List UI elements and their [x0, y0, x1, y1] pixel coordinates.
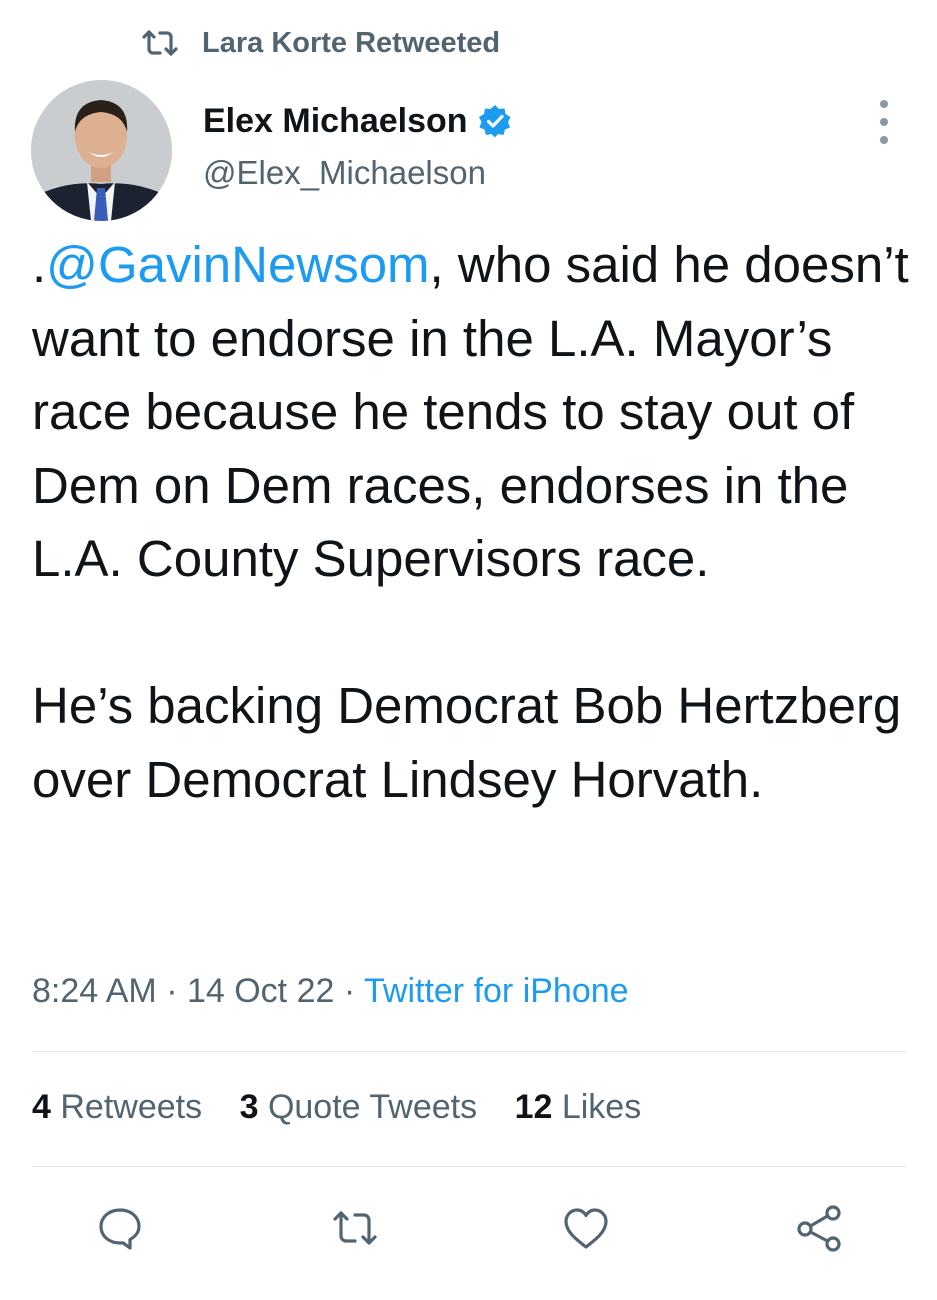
reply-button[interactable]: [90, 1198, 150, 1258]
avatar[interactable]: [31, 80, 172, 221]
tweet-date[interactable]: 14 Oct 22: [187, 972, 334, 1010]
more-options-icon[interactable]: [866, 100, 902, 144]
retweet-icon: [333, 1211, 377, 1245]
like-button[interactable]: [556, 1198, 616, 1258]
like-icon: [564, 1208, 608, 1249]
tweet-paragraph-2: He’s backing Democrat Bob Hertzberg over…: [32, 677, 902, 808]
tweet-body: .@GavinNewsom, who said he doesn’t want …: [32, 228, 912, 816]
quote-tweets-label: Quote Tweets: [267, 1088, 478, 1126]
reply-icon: [99, 1208, 141, 1250]
action-bar: [0, 1198, 937, 1258]
divider: [32, 1051, 906, 1052]
divider: [32, 1166, 906, 1167]
mention-link[interactable]: @GavinNewsom: [46, 236, 429, 293]
share-icon: [797, 1205, 841, 1252]
retweeted-by-label: Lara Korte Retweeted: [202, 26, 501, 59]
tweet-prefix: .: [32, 236, 47, 293]
share-button[interactable]: [789, 1198, 849, 1258]
retweets-label: Retweets: [60, 1088, 203, 1126]
author-handle[interactable]: @Elex_Michaelson: [203, 154, 512, 192]
likes-stat[interactable]: 12 Likes: [515, 1088, 642, 1126]
tweet-source[interactable]: Twitter for iPhone: [364, 972, 629, 1010]
verified-badge-icon: [478, 104, 512, 138]
more-dot: [880, 118, 888, 126]
retweet-context[interactable]: Lara Korte Retweeted: [140, 22, 500, 64]
author-name[interactable]: Elex Michaelson: [203, 102, 468, 141]
retweet-button[interactable]: [325, 1198, 385, 1258]
more-dot: [880, 136, 888, 144]
quote-tweets-count: 3: [239, 1088, 259, 1126]
tweet-paragraph-1: .@GavinNewsom, who said he doesn’t want …: [32, 228, 912, 596]
author-block[interactable]: Elex Michaelson @Elex_Michaelson: [203, 98, 512, 192]
likes-label: Likes: [561, 1088, 642, 1126]
retweet-icon: [140, 27, 180, 59]
tweet-time[interactable]: 8:24 AM: [32, 972, 157, 1010]
quote-tweets-stat[interactable]: 3 Quote Tweets: [240, 1088, 478, 1126]
retweets-stat[interactable]: 4 Retweets: [32, 1088, 202, 1126]
retweets-count: 4: [32, 1088, 51, 1126]
more-dot: [880, 100, 888, 108]
tweet-meta: 8:24 AM · 14 Oct 22 · Twitter for iPhone: [32, 972, 629, 1011]
author-name-row: Elex Michaelson: [203, 98, 512, 144]
meta-separator: ·: [156, 972, 187, 1010]
likes-count: 12: [514, 1088, 553, 1126]
tweet-stats: 4 Retweets 3 Quote Tweets 12 Likes: [32, 1088, 669, 1127]
meta-separator: ·: [334, 972, 364, 1010]
